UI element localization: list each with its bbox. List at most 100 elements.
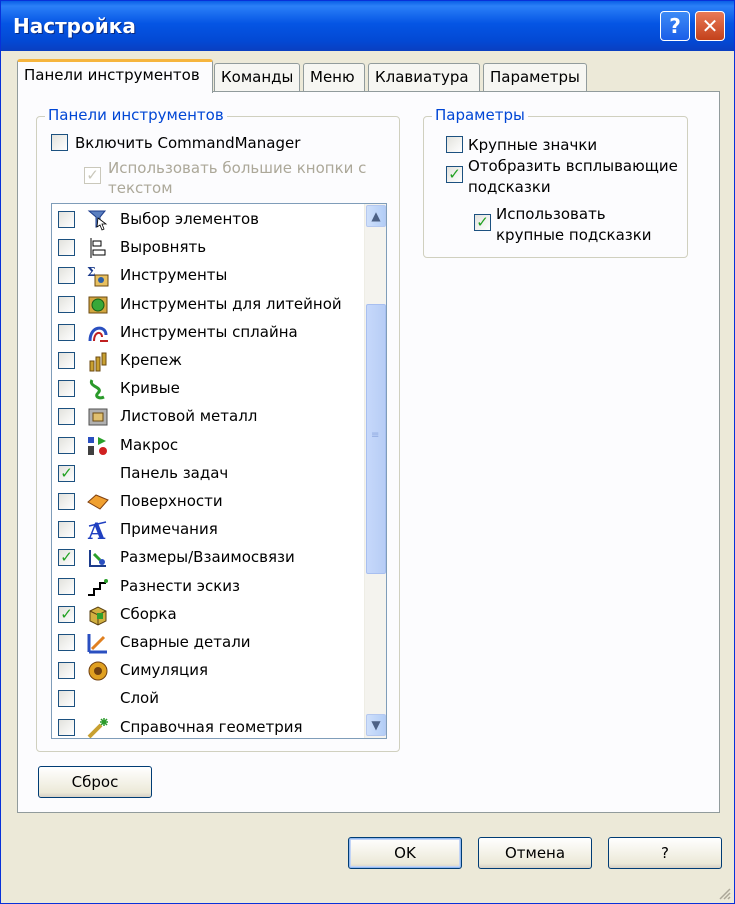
- list-item-checkbox[interactable]: [58, 267, 75, 285]
- list-item-checkbox[interactable]: [58, 295, 75, 313]
- list-item-checkbox[interactable]: [58, 521, 75, 539]
- list-item[interactable]: Симуляция: [52, 657, 356, 685]
- list-item-checkbox[interactable]: [58, 239, 75, 257]
- surfaces-icon: [87, 494, 109, 510]
- list-item-checkbox[interactable]: [58, 352, 75, 369]
- resize-grip-icon[interactable]: [717, 886, 731, 900]
- list-item-checkbox[interactable]: [58, 380, 75, 398]
- list-item[interactable]: Кривые: [52, 375, 356, 403]
- grip-icon: ≡: [371, 430, 380, 441]
- list-item-checkbox[interactable]: [58, 718, 75, 736]
- list-item-checkbox[interactable]: [58, 211, 75, 228]
- list-item-checkbox[interactable]: [58, 690, 75, 708]
- help-title-button[interactable]: ?: [660, 11, 690, 41]
- help-button[interactable]: ?: [608, 837, 722, 869]
- list-item-label: Слой: [120, 689, 159, 708]
- list-item-label: Размеры/Взаимосвязи: [120, 548, 295, 567]
- options-group-title: Параметры: [432, 106, 528, 124]
- large-icons-label: Крупные значки: [468, 136, 598, 154]
- list-item[interactable]: Слой: [52, 685, 356, 713]
- toolbars-list[interactable]: Выбор элементов Выровнять Σ Инструменты Инст…: [51, 203, 387, 739]
- list-item[interactable]: Σ Инструменты: [52, 262, 356, 290]
- list-item[interactable]: ✓ Сборка: [52, 601, 356, 629]
- sheet-metal-icon: [88, 408, 108, 426]
- list-item[interactable]: Инструменты сплайна: [52, 319, 356, 347]
- list-item-label: Симуляция: [120, 661, 209, 680]
- list-item[interactable]: Поверхности: [52, 488, 356, 516]
- show-tooltips-label-line1: Отобразить всплывающие: [468, 157, 678, 175]
- list-item-label: Инструменты: [120, 266, 228, 285]
- list-item-label: Инструменты сплайна: [120, 322, 298, 341]
- list-item-checkbox[interactable]: ✓: [58, 549, 75, 567]
- align-icon: [90, 238, 106, 259]
- tab-panel: Панели инструментов Включить CommandMana…: [17, 91, 720, 813]
- large-icons-checkbox[interactable]: [446, 136, 463, 153]
- reset-button[interactable]: Сброс: [38, 766, 152, 798]
- list-item[interactable]: Инструменты для литейной: [52, 291, 356, 319]
- list-item-label: Листовой металл: [120, 407, 258, 426]
- chevron-down-icon: ▼: [371, 718, 381, 732]
- list-item-label: Поверхности: [120, 492, 223, 510]
- scroll-thumb[interactable]: ≡: [366, 304, 386, 574]
- list-item-checkbox[interactable]: [58, 634, 75, 651]
- list-item[interactable]: Выровнять: [52, 234, 356, 262]
- customize-dialog: Настройка ? ✕ Панели инструментов Команд…: [0, 0, 735, 904]
- weldments-icon: [87, 634, 107, 654]
- large-tooltips-checkbox[interactable]: ✓: [474, 214, 491, 231]
- list-scrollbar[interactable]: ▲ ≡ ▼: [364, 204, 386, 738]
- list-item-label: Разнести эскиз: [120, 576, 241, 595]
- chevron-up-icon: ▲: [371, 209, 381, 223]
- show-tooltips-checkbox[interactable]: ✓: [446, 166, 463, 183]
- large-tooltips-label-line2: крупные подсказки: [496, 226, 652, 244]
- list-item[interactable]: A Примечания: [52, 516, 356, 544]
- toolbars-group: Панели инструментов Включить CommandMana…: [36, 106, 400, 752]
- scroll-down-button[interactable]: ▼: [366, 714, 386, 736]
- list-item[interactable]: ✓ Размеры/Взаимосвязи: [52, 544, 356, 572]
- list-item[interactable]: ✓ Панель задач: [52, 460, 356, 488]
- help-icon: ?: [669, 14, 681, 38]
- large-buttons-label-line2: текстом: [108, 179, 173, 197]
- options-group: Параметры Крупные значки ✓ Отобразить вс…: [423, 106, 688, 258]
- list-item[interactable]: Сварные детали: [52, 629, 356, 657]
- list-item[interactable]: Макрос: [52, 432, 356, 460]
- list-item[interactable]: Крепеж: [52, 347, 356, 375]
- list-item-label: Сборка: [120, 604, 177, 623]
- enable-commandmanager-checkbox[interactable]: [51, 134, 68, 151]
- large-buttons-checkbox[interactable]: ✓: [84, 167, 101, 184]
- tab-options[interactable]: Параметры: [483, 63, 587, 91]
- list-item-checkbox[interactable]: ✓: [58, 605, 75, 623]
- list-item-label: Кривые: [120, 379, 180, 398]
- list-item[interactable]: Выбор элементов: [52, 206, 356, 234]
- scroll-up-button[interactable]: ▲: [366, 205, 386, 227]
- list-item[interactable]: Листовой металл: [52, 403, 356, 431]
- tab-commands[interactable]: Команды: [214, 63, 300, 91]
- list-item-checkbox[interactable]: ✓: [58, 464, 75, 482]
- assembly-icon: [89, 606, 107, 626]
- list-item[interactable]: Справочная геометрия: [52, 714, 356, 738]
- close-button[interactable]: ✕: [695, 11, 725, 41]
- large-buttons-label-line1: Использовать большие кнопки с: [108, 159, 367, 177]
- toolbars-group-title: Панели инструментов: [45, 106, 227, 124]
- list-item-checkbox[interactable]: [58, 577, 75, 595]
- list-item-label: Справочная геометрия: [120, 717, 303, 736]
- simulation-icon: [88, 661, 108, 681]
- list-item-checkbox[interactable]: [58, 408, 75, 426]
- cancel-button[interactable]: Отмена: [478, 837, 592, 869]
- list-item-checkbox[interactable]: [58, 436, 75, 454]
- explode-sketch-icon: [88, 578, 108, 596]
- ok-button[interactable]: OK: [348, 837, 462, 869]
- list-item-label: Выбор элементов: [120, 210, 260, 228]
- close-icon: ✕: [701, 14, 719, 38]
- tools-icon: Σ: [87, 265, 109, 287]
- tab-menu[interactable]: Меню: [303, 63, 365, 91]
- list-item-checkbox[interactable]: [58, 493, 75, 510]
- list-item-label: Макрос: [120, 435, 179, 454]
- tab-keyboard[interactable]: Клавиатура: [368, 63, 480, 91]
- reference-geometry-icon: [87, 717, 108, 738]
- list-item[interactable]: Разнести эскиз: [52, 573, 356, 601]
- tab-toolbars[interactable]: Панели инструментов: [17, 59, 213, 93]
- list-item-checkbox[interactable]: [58, 662, 75, 680]
- list-item-checkbox[interactable]: [58, 323, 75, 341]
- title-bar[interactable]: Настройка ? ✕: [1, 1, 734, 51]
- enable-commandmanager-label: Включить CommandManager: [75, 134, 301, 152]
